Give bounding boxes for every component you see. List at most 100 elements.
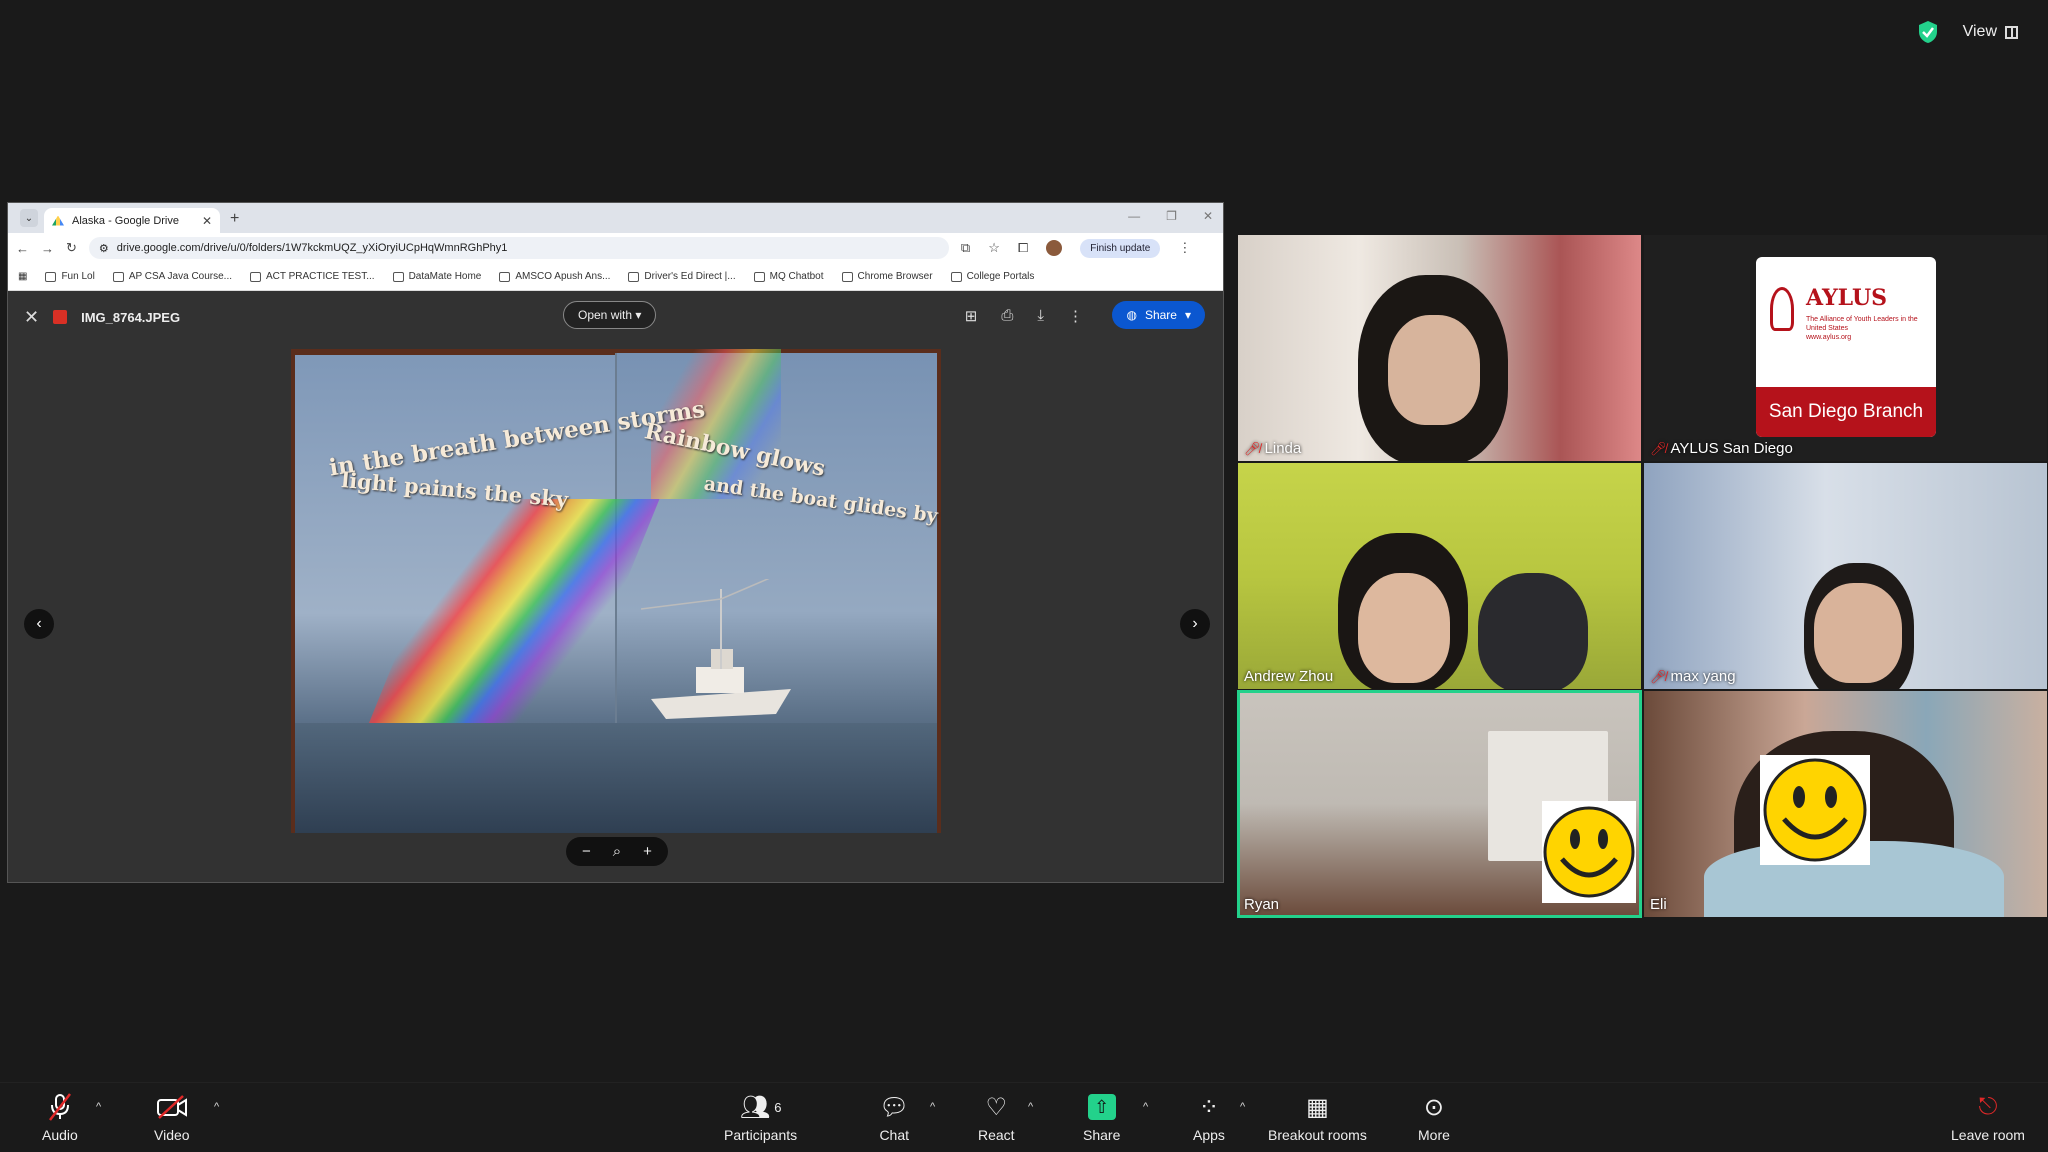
forward-icon[interactable]: → — [41, 241, 54, 256]
torch-icon — [1770, 287, 1794, 331]
more-button[interactable]: ⊙ More — [1418, 1091, 1450, 1144]
video-button[interactable]: Video — [154, 1091, 190, 1143]
smiley-sticker — [1760, 755, 1870, 865]
cast-icon[interactable]: ⧉ — [961, 240, 970, 256]
viewer-action-icons: ⊞ ⎙ ⤓ ⋮ — [965, 307, 1083, 325]
back-icon[interactable]: ← — [16, 241, 29, 256]
maximize-icon[interactable]: ❐ — [1166, 209, 1177, 223]
url-text: drive.google.com/drive/u/0/folders/1W7kc… — [116, 242, 508, 254]
site-info-icon[interactable]: ⚙ — [99, 242, 109, 255]
share-dropdown-icon[interactable]: ▾ — [1185, 308, 1191, 322]
new-tab-icon[interactable]: + — [230, 210, 239, 228]
finish-update-button[interactable]: Finish update — [1080, 238, 1161, 258]
smiley-icon — [1763, 758, 1867, 862]
smiley-sticker — [1542, 801, 1636, 903]
viewer-close-icon[interactable]: ✕ — [24, 307, 39, 328]
bookmark-item[interactable]: AMSCO Apush Ans... — [499, 271, 610, 282]
reload-icon[interactable]: ↻ — [66, 240, 77, 256]
aylus-logo: AYLUS The Alliance of Youth Leaders in t… — [1756, 257, 1936, 437]
view-button[interactable]: View — [1963, 23, 2018, 41]
image-file-icon — [53, 310, 68, 324]
audio-button[interactable]: Audio — [42, 1091, 78, 1143]
download-icon[interactable]: ⤓ — [1037, 307, 1044, 325]
bookmark-item[interactable]: ACT PRACTICE TEST... — [250, 271, 375, 282]
share-options-caret-icon[interactable]: ^ — [1143, 1101, 1148, 1113]
bookmark-icon — [628, 271, 640, 282]
folder-icon — [950, 271, 962, 282]
next-image-button[interactable]: › — [1180, 609, 1210, 639]
bookmark-item[interactable]: College Portals — [950, 271, 1034, 282]
react-options-caret-icon[interactable]: ^ — [1028, 1101, 1033, 1113]
audio-options-caret-icon[interactable]: ^ — [96, 1101, 101, 1113]
apps-button[interactable]: ⁘ Apps — [1193, 1091, 1225, 1144]
participant-name-tag: 🎤︎̸ Linda — [1244, 440, 1302, 457]
participant-name-tag: 🎤︎̸ AYLUS San Diego — [1650, 440, 1793, 457]
video-tile-andrew[interactable]: Andrew Zhou — [1238, 463, 1641, 689]
print-icon[interactable]: ⎙ — [1001, 307, 1013, 325]
tab-search-icon[interactable]: ⌄ — [20, 209, 38, 227]
zoom-icon[interactable]: ⌕ — [613, 843, 621, 860]
share-button[interactable]: ◍ Share ▾ — [1112, 301, 1205, 329]
video-gallery: 🎤︎̸ Linda AYLUS The Alliance of Youth Lea… — [1237, 235, 2047, 918]
fishing-boat-illustration — [641, 579, 791, 719]
security-shield-icon[interactable] — [1917, 20, 1939, 44]
url-field[interactable]: ⚙ drive.google.com/drive/u/0/folders/1W7… — [88, 237, 949, 259]
browser-tab[interactable]: Alaska - Google Drive ✕ — [44, 208, 220, 233]
muted-mic-icon: 🎤︎̸ — [1244, 440, 1261, 456]
open-with-button[interactable]: Open with ▾ — [563, 301, 657, 329]
chat-options-caret-icon[interactable]: ^ — [930, 1101, 935, 1113]
zoom-in-icon[interactable]: + — [643, 843, 652, 860]
participant-name-tag: 🎤︎̸ max yang — [1650, 668, 1736, 685]
bookmark-icon — [753, 271, 765, 282]
bookmark-item[interactable]: Chrome Browser — [841, 271, 933, 282]
image-viewer: ✕ IMG_8764.JPEG Open with ▾ ⊞ ⎙ ⤓ ⋮ ◍ Sha… — [8, 291, 1223, 882]
breakout-rooms-button[interactable]: ▦ Breakout rooms — [1268, 1091, 1367, 1144]
tab-close-icon[interactable]: ✕ — [202, 214, 212, 228]
bookmark-star-icon[interactable]: ☆ — [988, 240, 1000, 256]
react-button[interactable]: ♡ React — [978, 1091, 1015, 1144]
address-icons: ⧉ ☆ ⧠ Finish update ⋮ — [961, 238, 1191, 258]
muted-mic-icon: 🎤︎̸ — [1650, 668, 1667, 684]
folder-icon — [45, 271, 57, 282]
bookmark-item[interactable]: MQ Chatbot — [753, 271, 824, 282]
bookmark-item[interactable]: Driver's Ed Direct |... — [628, 271, 736, 282]
bookmark-icon — [250, 271, 262, 282]
minimize-icon[interactable]: — — [1128, 209, 1140, 223]
extensions-icon[interactable]: ⧠ — [1018, 240, 1028, 256]
file-name: IMG_8764.JPEG — [81, 309, 181, 325]
bookmark-item[interactable]: AP CSA Java Course... — [112, 271, 232, 282]
video-tile-max[interactable]: 🎤︎̸ max yang — [1644, 463, 2047, 689]
video-tile-linda[interactable]: 🎤︎̸ Linda — [1238, 235, 1641, 461]
chat-icon: 💬︎ — [879, 1093, 910, 1121]
video-tile-eli[interactable]: Eli — [1644, 691, 2047, 917]
participant-name-tag: Ryan — [1244, 896, 1280, 913]
video-tile-aylus[interactable]: AYLUS The Alliance of Youth Leaders in t… — [1644, 235, 2047, 461]
share-screen-icon: ⇧ — [1087, 1091, 1116, 1123]
bookmarks-bar: ▦ Fun Lol AP CSA Java Course... ACT PRAC… — [8, 263, 1223, 291]
heart-icon: ♡ — [985, 1093, 1008, 1121]
sea-illustration — [295, 723, 937, 833]
leave-room-button[interactable]: ⎋ Leave room — [1951, 1091, 2025, 1143]
zoom-out-icon[interactable]: − — [582, 843, 591, 860]
chat-button[interactable]: 💬︎ Chat — [879, 1091, 910, 1144]
add-comment-icon[interactable]: ⊞ — [965, 307, 978, 325]
previous-image-button[interactable]: ‹ — [24, 609, 54, 639]
bookmark-item[interactable]: DataMate Home — [392, 271, 481, 282]
apps-options-caret-icon[interactable]: ^ — [1240, 1101, 1245, 1113]
participants-button[interactable]: 👥︎ 6 Participants — [724, 1091, 797, 1144]
zoom-controls: − ⌕ + — [566, 837, 668, 866]
tab-title: Alaska - Google Drive — [72, 214, 179, 227]
chevron-left-icon: ‹ — [36, 615, 42, 632]
apps-grid-icon[interactable]: ▦ — [18, 271, 27, 282]
participant-name-tag: Andrew Zhou — [1244, 668, 1334, 685]
video-options-caret-icon[interactable]: ^ — [214, 1101, 219, 1113]
more-actions-icon[interactable]: ⋮ — [1068, 307, 1083, 325]
bookmark-item[interactable]: Fun Lol — [45, 271, 95, 282]
more-icon: ⊙ — [1423, 1093, 1444, 1121]
globe-icon: ◍ — [1126, 308, 1137, 322]
browser-menu-icon[interactable]: ⋮ — [1178, 240, 1191, 256]
video-tile-ryan[interactable]: Ryan — [1237, 690, 1642, 918]
profile-avatar[interactable] — [1046, 240, 1063, 256]
share-screen-button[interactable]: ⇧ Share — [1083, 1091, 1120, 1143]
window-close-icon[interactable]: ✕ — [1203, 209, 1213, 223]
